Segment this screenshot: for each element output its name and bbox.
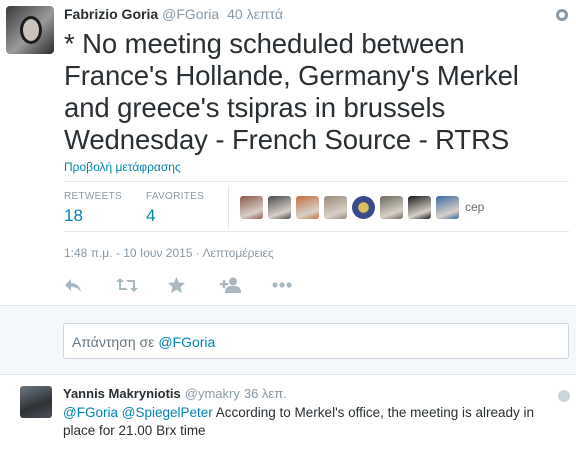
reply-prefix: Απάντηση σε: [72, 334, 155, 350]
favorites-label: FAVORITES: [146, 191, 205, 202]
reply-icon: [65, 279, 81, 292]
details-link[interactable]: Λεπτομέρειες: [203, 246, 274, 260]
stats-divider: [228, 186, 229, 228]
favoriter-avatar[interactable]: [296, 196, 319, 219]
reply-author-handle[interactable]: @ymakry: [185, 386, 240, 401]
tweet-header: Fabrizio Goria @FGoria 40 λεπτά: [64, 6, 283, 22]
reply-header: Yannis Makryniotis @ymakry 36 λεπ.: [63, 386, 287, 401]
add-user-icon: [220, 277, 241, 293]
tweet-actions: [64, 276, 324, 294]
favoriter-avatar[interactable]: [240, 196, 263, 219]
reply-button[interactable]: [64, 276, 116, 294]
retweets-count: 18: [64, 206, 83, 225]
reply-options-icon[interactable]: [558, 390, 570, 402]
star-icon: [168, 277, 185, 293]
retweet-icon: [116, 278, 138, 292]
favoriter-avatar[interactable]: [268, 196, 291, 219]
timestamp-text[interactable]: 1:48 π.μ. - 10 Ιουν 2015: [64, 246, 193, 260]
tweet: Fabrizio Goria @FGoria 40 λεπτά * No meeti…: [0, 0, 576, 300]
author-handle[interactable]: @FGoria: [162, 6, 219, 22]
more-dots-icon: [272, 282, 292, 288]
reply-time[interactable]: 36 λεπ.: [244, 386, 287, 401]
author-avatar[interactable]: [6, 6, 54, 54]
retweets-label: RETWEETS: [64, 191, 122, 202]
more-options-icon[interactable]: [556, 9, 568, 21]
tweet-stats: RETWEETS 18 FAVORITES 4 cep: [64, 181, 569, 232]
translate-link[interactable]: Προβολή μετάφρασης: [64, 160, 181, 174]
reply-area: Απάντηση σε @FGoria: [0, 305, 576, 375]
reply-text: @FGoria @SpiegelPeter According to Merke…: [63, 404, 563, 440]
reply-mention-2[interactable]: @SpiegelPeter: [122, 405, 213, 420]
favoriter-cep-logo[interactable]: cep: [465, 196, 484, 219]
reply-tweet: Yannis Makryniotis @ymakry 36 λεπ. @FGoria…: [0, 376, 576, 450]
reply-mention: @FGoria: [158, 334, 216, 350]
tweet-time[interactable]: 40 λεπτά: [227, 6, 283, 22]
follow-button[interactable]: [220, 276, 272, 294]
favoriter-avatar[interactable]: [324, 196, 347, 219]
more-button[interactable]: [272, 276, 324, 294]
reply-author-avatar[interactable]: [20, 386, 52, 418]
favorites-count: 4: [146, 206, 156, 225]
retweets-stat[interactable]: RETWEETS 18: [64, 191, 122, 226]
favoriter-avatars: cep: [240, 196, 484, 219]
reply-author-name[interactable]: Yannis Makryniotis: [63, 386, 181, 401]
fbi-seal-avatar[interactable]: [352, 196, 375, 219]
favoriter-avatar[interactable]: [380, 196, 403, 219]
tweet-timestamp: 1:48 π.μ. - 10 Ιουν 2015 · Λεπτομέρειες: [64, 246, 274, 260]
favorites-stat[interactable]: FAVORITES 4: [146, 191, 204, 226]
retweet-button[interactable]: [116, 276, 168, 294]
favoriter-avatar[interactable]: [408, 196, 431, 219]
favoriter-avatar[interactable]: [436, 196, 459, 219]
reply-input[interactable]: Απάντηση σε @FGoria: [63, 323, 569, 359]
reply-mention-1[interactable]: @FGoria: [63, 405, 118, 420]
tweet-text: * No meeting scheduled between France's …: [64, 28, 519, 155]
favorite-button[interactable]: [168, 276, 220, 294]
author-name[interactable]: Fabrizio Goria: [64, 6, 158, 22]
